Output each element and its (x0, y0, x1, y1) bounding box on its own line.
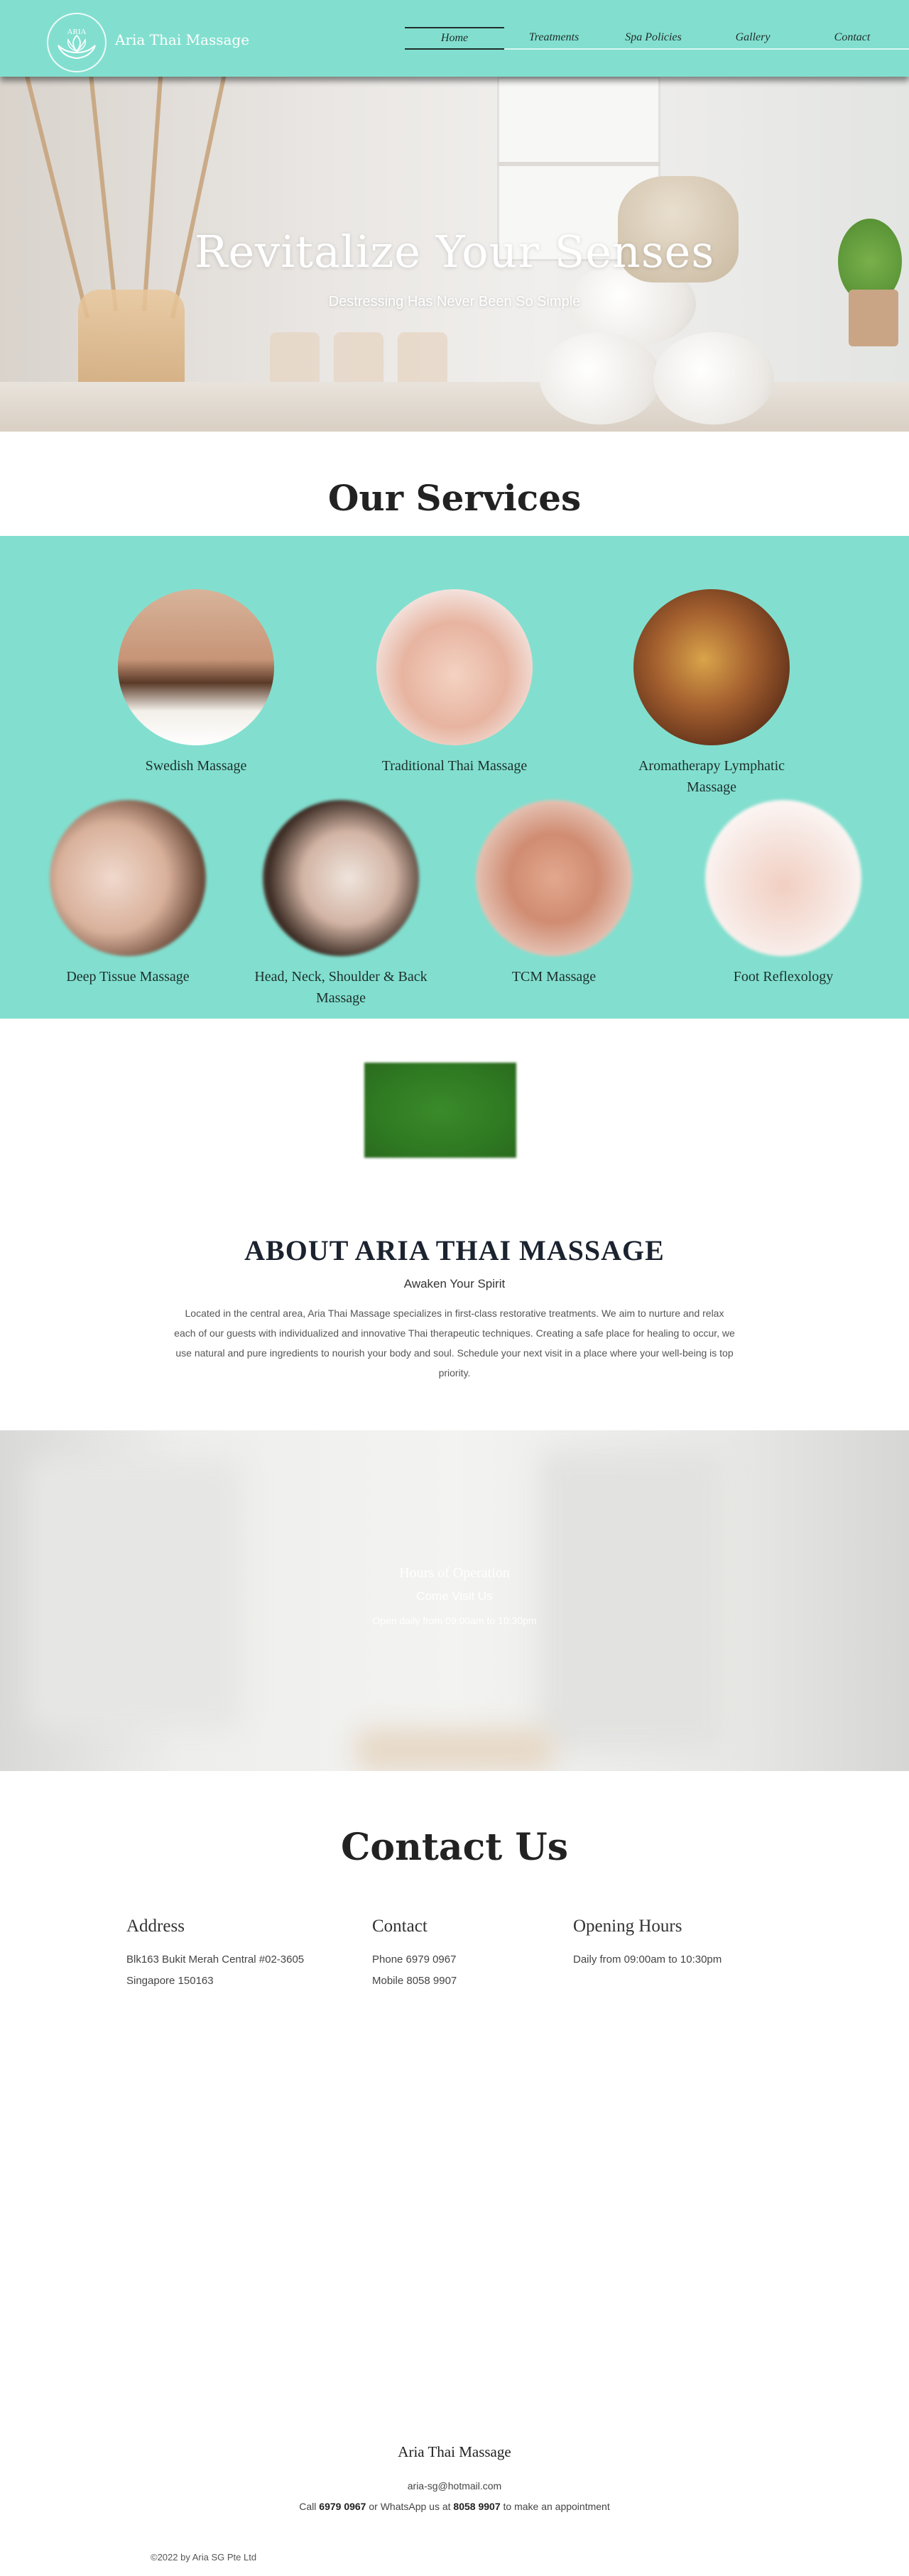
hero-subtitle: Destressing Has Never Been So Simple (328, 294, 581, 309)
about-text: Located in the central area, Aria Thai M… (174, 1308, 735, 1379)
footer-call-text: Call 6979 0967 or WhatsApp us at 8058 99… (0, 2501, 909, 2512)
call-suffix: to make an appointment (503, 2501, 610, 2512)
call-phone[interactable]: 6979 0967 (319, 2501, 366, 2512)
nav-treatments[interactable]: Treatments (504, 27, 604, 50)
reed-stick (170, 77, 228, 319)
phone-number[interactable]: Phone 6979 0967 (372, 1949, 457, 1971)
address-line: Blk163 Bukit Merah Central #02-3605 (126, 1953, 305, 1966)
about-title: ABOUT ARIA THAI MASSAGE (244, 1234, 665, 1266)
service-tcm[interactable]: TCM Massage (462, 800, 646, 987)
site-header: ARIA Aria Thai Massage Home Treatments S… (0, 0, 909, 77)
service-thai[interactable]: Traditional Thai Massage (362, 589, 547, 777)
call-mid: or WhatsApp us at (369, 2501, 451, 2512)
service-deep-tissue[interactable]: Deep Tissue Massage (36, 800, 220, 987)
service-label[interactable]: Head, Neck, Shoulder & Back Massage (249, 966, 433, 1009)
service-swedish[interactable]: Swedish Massage (104, 589, 288, 777)
service-label[interactable]: Traditional Thai Massage (362, 755, 547, 777)
contact-column: Contact Phone 6979 0967 Mobile 8058 9907 (372, 1917, 457, 1992)
nav-contact[interactable]: Contact (802, 27, 902, 50)
hours-subtitle: Come Visit Us (416, 1589, 493, 1603)
service-label[interactable]: Deep Tissue Massage (36, 966, 220, 987)
hero-shelf-board (497, 162, 660, 166)
service-image[interactable] (118, 589, 274, 745)
service-image[interactable] (263, 800, 419, 956)
service-label[interactable]: Swedish Massage (104, 755, 288, 777)
opening-hours-column: Opening Hours Daily from 09:00am to 10:3… (573, 1917, 722, 1971)
services-title: Our Services (327, 477, 582, 519)
background-blur (355, 1728, 554, 1771)
service-image[interactable] (705, 800, 861, 956)
hero-banner: Revitalize Your Senses Destressing Has N… (0, 77, 909, 432)
copyright: ©2022 by Aria SG Pte Ltd (151, 2552, 257, 2563)
address-heading: Address (126, 1917, 185, 1936)
mobile-number[interactable]: Mobile 8058 9907 (372, 1971, 457, 1992)
nav-spa-policies[interactable]: Spa Policies (604, 27, 703, 50)
brand-name[interactable]: Aria Thai Massage (115, 31, 249, 48)
service-image[interactable] (633, 589, 790, 745)
contact-title: Contact Us (341, 1826, 568, 1869)
aria-logo[interactable]: ARIA (47, 13, 107, 72)
opening-hours-text: Daily from 09:00am to 10:30pm (573, 1953, 722, 1966)
about-subtitle: Awaken Your Spirit (403, 1277, 506, 1290)
service-label[interactable]: Aromatherapy Lymphatic Massage (619, 755, 804, 798)
service-image[interactable] (476, 800, 632, 956)
lotus-hand-icon: ARIA (58, 28, 96, 60)
rolled-towel (540, 332, 660, 424)
main-nav: Home Treatments Spa Policies Gallery Con… (405, 27, 909, 50)
service-foot-reflexology[interactable]: Foot Reflexology (691, 800, 876, 987)
rolled-towel (653, 332, 774, 424)
svg-text:ARIA: ARIA (67, 28, 87, 36)
service-image[interactable] (50, 800, 206, 956)
call-prefix: Call (299, 2501, 317, 2512)
footer-brand: Aria Thai Massage (398, 2443, 511, 2460)
hero-table (0, 382, 909, 432)
reed-stick (23, 77, 89, 319)
nav-gallery[interactable]: Gallery (703, 27, 802, 50)
page: ARIA Aria Thai Massage Home Treatments S… (0, 0, 909, 2576)
footer-email-link[interactable]: aria-sg@hotmail.com (0, 2480, 909, 2492)
address-line: Singapore 150163 (126, 1975, 214, 1987)
hours-text: Open daily from 09:00am to 10:30pm (372, 1615, 537, 1626)
nav-home[interactable]: Home (405, 27, 504, 50)
opening-hours-heading: Opening Hours (573, 1917, 682, 1936)
hero-title: Revitalize Your Senses (194, 226, 715, 278)
service-head-neck[interactable]: Head, Neck, Shoulder & Back Massage (249, 800, 433, 1009)
address-column: Address Blk163 Bukit Merah Central #02-3… (126, 1917, 304, 1992)
services-section: Swedish Massage Traditional Thai Massage… (0, 536, 909, 1019)
service-aromatherapy[interactable]: Aromatherapy Lymphatic Massage (619, 589, 804, 798)
hours-section: Hours of Operation Come Visit Us Open da… (0, 1430, 909, 1771)
call-mobile[interactable]: 8058 9907 (453, 2501, 500, 2512)
contact-heading: Contact (372, 1917, 428, 1936)
service-image[interactable] (376, 589, 533, 745)
service-label[interactable]: TCM Massage (462, 966, 646, 987)
service-label[interactable]: Foot Reflexology (691, 966, 876, 987)
hours-title: Hours of Operation (399, 1565, 510, 1581)
about-logo-image (364, 1063, 516, 1158)
